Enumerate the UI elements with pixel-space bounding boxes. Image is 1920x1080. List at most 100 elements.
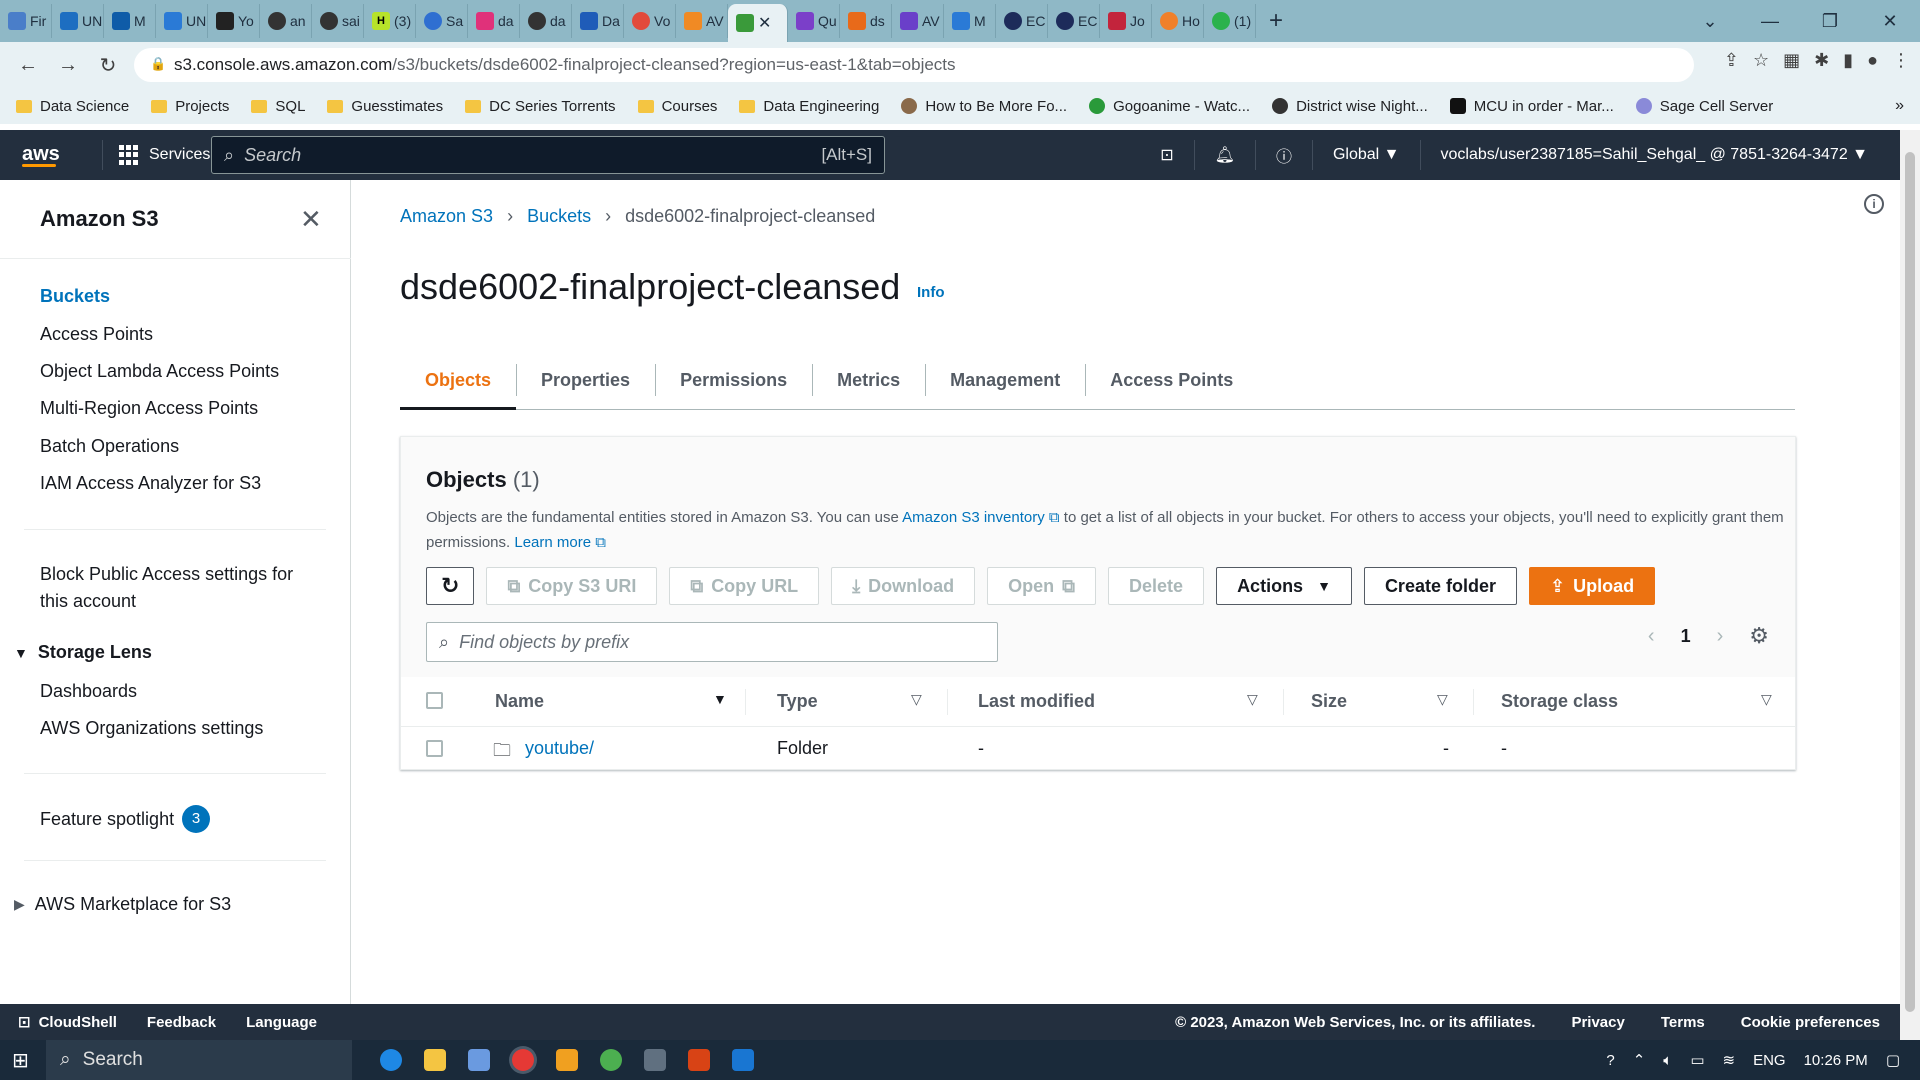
page-number[interactable]: 1 (1681, 626, 1691, 647)
privacy-link[interactable]: Privacy (1571, 1014, 1624, 1031)
chevron-up-icon[interactable]: ⌃ (1633, 1051, 1646, 1069)
prev-page-icon[interactable]: ‹ (1648, 625, 1655, 648)
bookmark-folder[interactable]: Guesstimates (327, 98, 443, 115)
terms-link[interactable]: Terms (1661, 1014, 1705, 1031)
browser-tab[interactable]: Sa (416, 4, 468, 38)
services-menu[interactable]: Services (102, 140, 210, 170)
bell-icon[interactable]: 🔔︎ (1193, 140, 1255, 170)
sidebar-item-batch-operations[interactable]: Batch Operations (40, 436, 179, 457)
notifications-icon[interactable]: ▢ (1886, 1051, 1900, 1069)
bookmark-folder[interactable]: Courses (637, 98, 717, 115)
select-all-checkbox[interactable] (426, 692, 443, 709)
tab-metrics[interactable]: Metrics (812, 350, 925, 410)
windows-start-icon[interactable]: ⊞ (12, 1048, 29, 1073)
browser-tab[interactable]: Qu (788, 4, 840, 38)
bookmark-link[interactable]: MCU in order - Mar... (1449, 98, 1614, 115)
column-header-name[interactable]: Name (495, 691, 544, 712)
tab-close-icon[interactable]: ✕ (758, 13, 771, 33)
browser-tab[interactable]: Yo (208, 4, 260, 38)
close-window-icon[interactable]: ✕ (1860, 11, 1920, 32)
browser-tab[interactable]: (1) (1204, 4, 1256, 38)
profile-avatar[interactable]: ● (1867, 50, 1878, 71)
app-icon[interactable] (600, 1049, 622, 1071)
column-header-last-modified[interactable]: Last modified (978, 691, 1095, 712)
browser-tab[interactable]: da (468, 4, 520, 38)
browser-tab[interactable]: M (944, 4, 996, 38)
download-button[interactable]: ⤓ Download (831, 567, 976, 605)
sort-icon[interactable]: ▽ (911, 691, 922, 708)
minimize-icon[interactable]: — (1740, 11, 1800, 32)
browser-tab[interactable]: an (260, 4, 312, 38)
browser-tab[interactable]: H (3) (364, 4, 416, 38)
powerpoint-icon[interactable] (688, 1049, 710, 1071)
browser-tab[interactable]: ds (840, 4, 892, 38)
help-icon[interactable]: ? (1606, 1052, 1614, 1069)
puzzle-icon[interactable]: ✱ (1814, 50, 1829, 71)
sidebar-item-marketplace[interactable]: ▶ AWS Marketplace for S3 (14, 894, 231, 915)
browser-tab-active[interactable]: ✕ (728, 4, 788, 42)
language-indicator[interactable]: ENG (1753, 1052, 1786, 1069)
bookmark-link[interactable]: How to Be More Fo... (901, 98, 1067, 115)
clock[interactable]: 10:26 PM (1804, 1052, 1868, 1069)
battery-icon[interactable]: ▭ (1690, 1051, 1704, 1069)
browser-tab[interactable]: sai (312, 4, 364, 38)
info-circle-icon[interactable]: i (1864, 194, 1884, 214)
browser-tab[interactable]: UN (156, 4, 208, 38)
upload-button[interactable]: ⇪ Upload (1528, 567, 1656, 605)
browser-tab[interactable]: UN (52, 4, 104, 38)
copy-s3-uri-button[interactable]: ⧉ Copy S3 URI (486, 567, 658, 605)
column-header-size[interactable]: Size (1311, 691, 1347, 712)
browser-tab[interactable]: Ho (1152, 4, 1204, 38)
bookmark-folder[interactable]: Data Engineering (739, 98, 879, 115)
extension-icon[interactable]: ▦ (1783, 50, 1800, 71)
aws-logo[interactable]: aws (22, 143, 82, 167)
browser-tab[interactable]: AV (892, 4, 944, 38)
new-tab-button[interactable]: + (1256, 7, 1296, 35)
info-link[interactable]: Info (917, 284, 945, 301)
gear-icon[interactable]: ⚙ (1749, 623, 1769, 649)
tab-permissions[interactable]: Permissions (655, 350, 812, 410)
browser-tab[interactable]: AV (676, 4, 728, 38)
terminal-icon[interactable] (644, 1049, 666, 1071)
bookmark-folder[interactable]: DC Series Torrents (465, 98, 616, 115)
page-scrollbar[interactable] (1900, 130, 1920, 1040)
next-page-icon[interactable]: › (1717, 625, 1724, 648)
taskbar-search[interactable]: ⌕ Search (46, 1040, 352, 1080)
back-icon[interactable]: ← (8, 54, 48, 77)
sidebar-item-feature-spotlight[interactable]: Feature spotlight 3 (40, 805, 211, 833)
sidebar-item-org-settings[interactable]: AWS Organizations settings (40, 718, 263, 739)
tab-properties[interactable]: Properties (516, 350, 655, 410)
sidebar-item-object-lambda[interactable]: Object Lambda Access Points (40, 361, 279, 382)
sort-icon[interactable]: ▽ (1247, 691, 1258, 708)
store-icon[interactable] (468, 1049, 490, 1071)
region-selector[interactable]: Global ▼ (1311, 140, 1420, 170)
scrollbar-thumb[interactable] (1905, 152, 1915, 1012)
language-link[interactable]: Language (246, 1014, 317, 1031)
sidebar-item-dashboards[interactable]: Dashboards (40, 681, 137, 702)
reload-icon[interactable]: ↻ (88, 53, 128, 78)
volume-icon[interactable]: 🔈︎ (1663, 1052, 1672, 1069)
share-icon[interactable]: ⇪ (1724, 50, 1739, 71)
bookmark-link[interactable]: Sage Cell Server (1635, 98, 1773, 115)
browser-tab[interactable]: EC (1048, 4, 1100, 38)
help-icon[interactable]: ⓘ (1254, 140, 1312, 170)
sort-desc-icon[interactable]: ▼ (713, 691, 727, 707)
sidebar-item-block-public-access[interactable]: Block Public Access settings for this ac… (40, 561, 293, 615)
sublime-icon[interactable] (556, 1049, 578, 1071)
tab-search-icon[interactable]: ⌄ (1680, 11, 1740, 32)
wifi-icon[interactable]: ≋ (1723, 1051, 1736, 1069)
url-field[interactable]: 🔒 s3.console.aws.amazon.com/s3/buckets/d… (134, 48, 1694, 82)
browser-tab[interactable]: Jo (1100, 4, 1152, 38)
feedback-link[interactable]: Feedback (147, 1014, 216, 1031)
actions-button[interactable]: Actions ▼ (1216, 567, 1352, 605)
bookmark-star-icon[interactable]: ☆ (1753, 50, 1769, 71)
maximize-icon[interactable]: ❐ (1800, 11, 1860, 32)
sidepanel-icon[interactable]: ▮ (1843, 50, 1853, 71)
browser-tab[interactable]: Fir (0, 4, 52, 38)
file-explorer-icon[interactable] (424, 1049, 446, 1071)
refresh-button[interactable]: ↻ (426, 567, 475, 605)
delete-button[interactable]: Delete (1108, 567, 1205, 605)
sidebar-item-buckets[interactable]: Buckets (40, 286, 110, 307)
inventory-link[interactable]: Amazon S3 inventory (902, 509, 1045, 526)
browser-tab[interactable]: Da (572, 4, 624, 38)
